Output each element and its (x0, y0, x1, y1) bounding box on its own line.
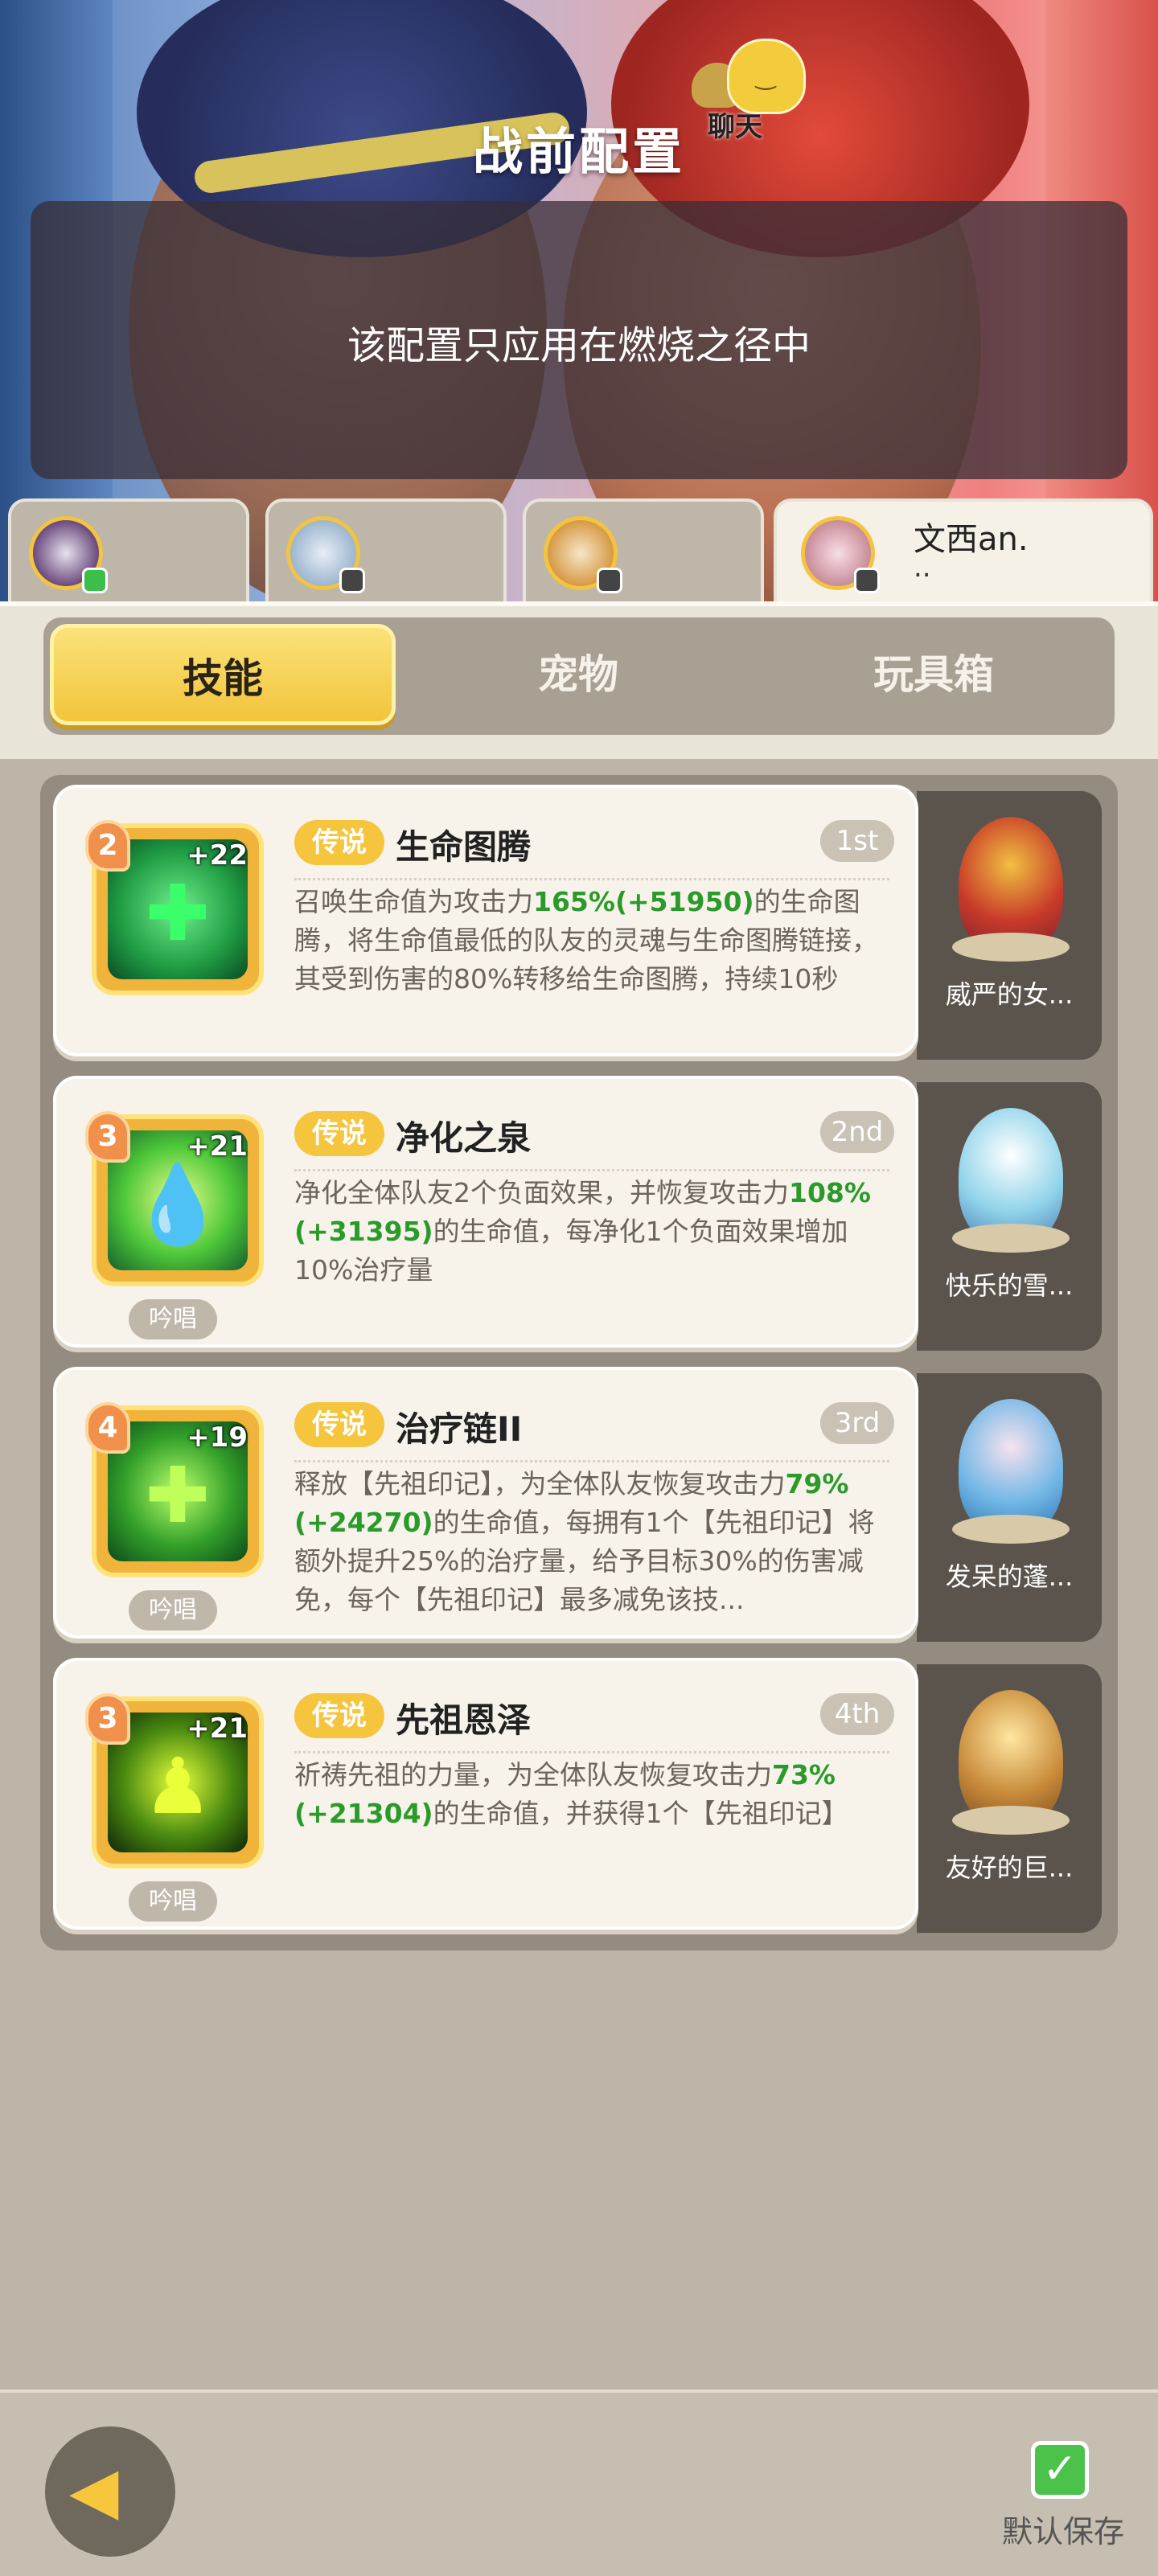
back-button[interactable]: ◀ (45, 2426, 175, 2557)
skill-icon-frame[interactable]: ♟ 3 +21 (85, 1693, 264, 1868)
online-badge-icon (82, 568, 108, 593)
rarity-badge: 传说 (294, 1402, 384, 1447)
default-save-label[interactable]: 默认保存 (1002, 2507, 1124, 2551)
rarity-badge: 传说 (294, 1111, 384, 1156)
rarity-badge: 传说 (294, 820, 384, 865)
rarity-badge: 传说 (294, 1693, 384, 1738)
ancestor-figure-icon: ♟ (142, 1741, 213, 1832)
pet-slot-1[interactable]: 威严的女... (917, 791, 1102, 1060)
heal-chain-icon: ✚ (145, 1450, 211, 1540)
notice-panel: 该配置只应用在燃烧之径中 (31, 201, 1127, 479)
divider (294, 878, 889, 880)
smile-face-icon: ‿ (756, 63, 776, 91)
pet-pedestal (952, 933, 1070, 962)
pet-slot-2[interactable]: 快乐的雪... (917, 1082, 1102, 1351)
skill-level-badge: 3 (85, 1111, 130, 1163)
skill-rank: 3rd (820, 1402, 894, 1444)
tab-toybox[interactable]: 玩具箱 (761, 624, 1107, 725)
water-drop-icon: 💧 (129, 1159, 226, 1249)
pet-name: 威严的女... (945, 979, 1074, 1010)
tab-skills[interactable]: 技能 (50, 624, 396, 725)
player-tab-1[interactable] (8, 498, 249, 603)
player-subtext: .. (914, 552, 931, 584)
skill-plus-level: +21 (187, 1713, 248, 1745)
skill-level-badge: 4 (85, 1402, 130, 1454)
player-tab-3[interactable] (523, 498, 764, 603)
skill-icon-frame[interactable]: ✚ 4 +19 (85, 1402, 264, 1577)
player-tab-4[interactable]: 文西an. .. (774, 498, 1153, 603)
divider (294, 1460, 889, 1462)
skill-description: 祈祷先祖的力量，为全体队友恢复攻击力73%(+21304)的生命值，并获得1个【… (294, 1759, 848, 1829)
skill-plus-level: +21 (187, 1130, 248, 1163)
pet-pedestal (952, 1224, 1070, 1253)
skill-description: 释放【先祖印记】，为全体队友恢复攻击力79%(+24270)的生命值，每拥有1个… (294, 1468, 875, 1615)
pet-pedestal (952, 1515, 1070, 1544)
chant-tag: 吟唱 (129, 1881, 217, 1922)
skill-rank: 4th (820, 1693, 894, 1735)
notice-text: 该配置只应用在燃烧之径中 (347, 323, 811, 368)
page-title: 战前配置 (472, 122, 685, 181)
skill-plus-level: +22 (187, 839, 248, 872)
pet-name: 快乐的雪... (945, 1270, 1074, 1301)
pet-name: 友好的巨... (945, 1852, 1074, 1883)
pet-pedestal (952, 1806, 1070, 1835)
back-arrow-icon: ◀ (69, 2453, 119, 2528)
pet-slot-4[interactable]: 友好的巨... (917, 1664, 1102, 1933)
skill-card-2[interactable]: 💧 3 +21 吟唱 传说 净化之泉 2nd 净化全体队友2个负面效果，并恢复攻… (53, 1076, 918, 1347)
divider (294, 1169, 889, 1171)
skill-description: 净化全体队友2个负面效果，并恢复攻击力108%(+31395)的生命值，每净化1… (294, 1177, 871, 1286)
skill-icon-frame[interactable]: ✚ 2 +22 (85, 820, 264, 995)
device-badge-icon (597, 568, 622, 593)
tab-pets[interactable]: 宠物 (405, 624, 751, 725)
player-tab-2[interactable] (265, 498, 507, 603)
skill-card-4[interactable]: ♟ 3 +21 吟唱 传说 先祖恩泽 4th 祈祷先祖的力量，为全体队友恢复攻击… (53, 1658, 918, 1930)
skill-name: 净化之泉 (396, 1118, 532, 1158)
skill-icon-frame[interactable]: 💧 3 +21 (85, 1111, 264, 1286)
device-badge-icon (339, 568, 365, 593)
skill-name: 治疗链II (396, 1409, 523, 1449)
chat-label: 聊天 (708, 111, 762, 143)
skill-level-badge: 2 (85, 820, 130, 872)
skill-card-1[interactable]: ✚ 2 +22 传说 生命图腾 1st 召唤生命值为攻击力165%(+51950… (53, 785, 918, 1056)
totem-icon: ✚ (145, 868, 211, 958)
skill-name: 生命图腾 (396, 827, 532, 867)
default-save-checkbox[interactable]: ✓ (1031, 2441, 1089, 2499)
skill-level-badge: 3 (85, 1693, 130, 1745)
skill-description: 召唤生命值为攻击力165%(+51950)的生命图腾，将生命值最低的队友的灵魂与… (294, 886, 878, 995)
divider (294, 1751, 889, 1754)
pet-name: 发呆的蓬... (945, 1561, 1074, 1592)
chat-button[interactable]: ‿ 聊天 (692, 39, 812, 143)
chant-tag: 吟唱 (129, 1590, 217, 1631)
skill-plus-level: +19 (187, 1421, 248, 1454)
chant-tag: 吟唱 (129, 1299, 217, 1339)
skill-rank: 2nd (820, 1111, 894, 1153)
device-badge-icon (854, 568, 880, 593)
pet-slot-3[interactable]: 发呆的蓬... (917, 1373, 1102, 1642)
check-icon: ✓ (1042, 2445, 1078, 2493)
skill-name: 先祖恩泽 (396, 1700, 532, 1740)
skill-card-3[interactable]: ✚ 4 +19 吟唱 传说 治疗链II 3rd 释放【先祖印记】，为全体队友恢复… (53, 1367, 918, 1639)
skill-rank: 1st (820, 820, 894, 862)
